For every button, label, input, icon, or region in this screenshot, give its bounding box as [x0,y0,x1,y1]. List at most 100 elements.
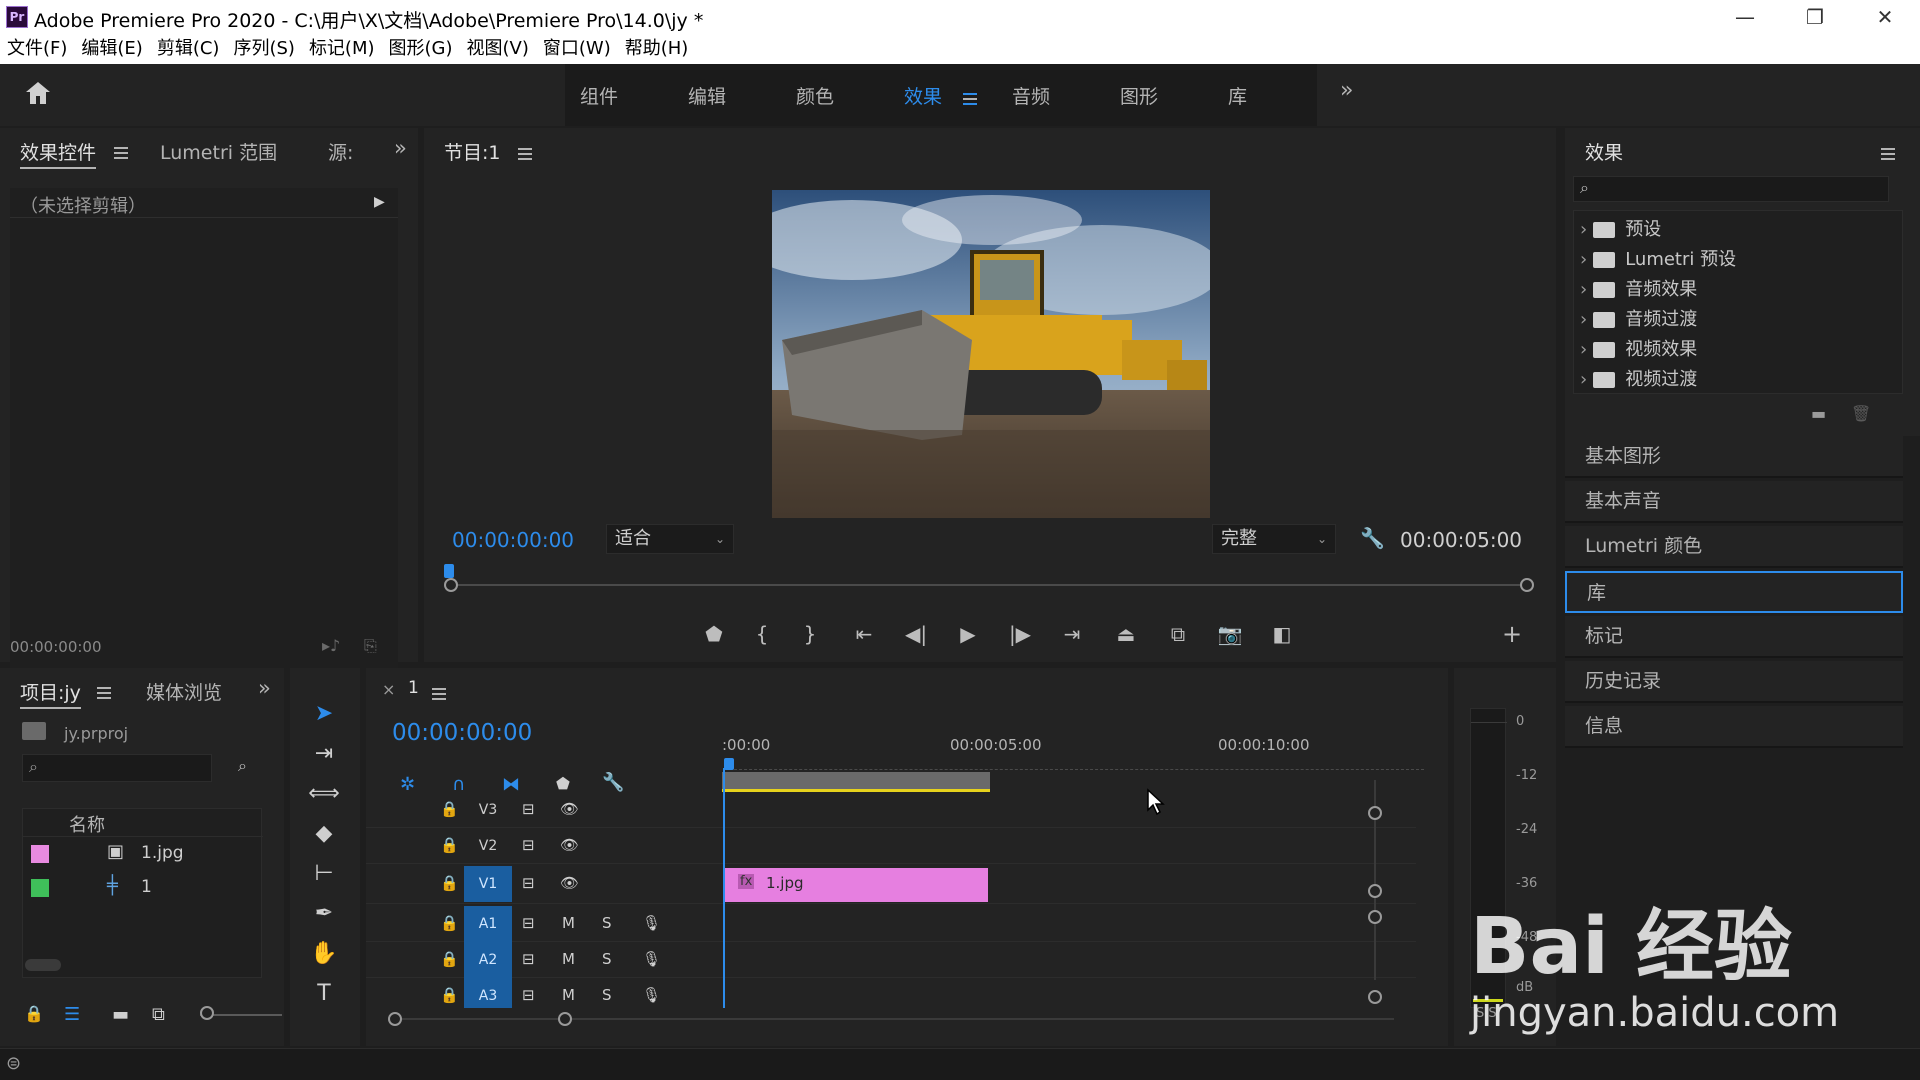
mute-button[interactable]: M [562,986,575,1004]
track-lock-icon[interactable]: 🔒 [440,800,459,818]
pen-tool-icon[interactable]: ✒ [304,896,344,932]
button-editor-plus-icon[interactable]: + [1494,616,1530,652]
export-audio-icon[interactable]: ▸♪ [322,636,340,655]
fit-dropdown[interactable]: 适合 ⌄ [606,524,734,554]
expand-arrow-icon[interactable]: ▶ [374,194,385,210]
add-marker-icon[interactable]: ⬟ [556,774,570,793]
menu-edit[interactable]: 编辑(E) [74,34,149,64]
program-video-frame[interactable] [772,190,1210,518]
step-forward-icon[interactable]: |▶ [1002,616,1038,652]
menu-clip[interactable]: 剪辑(C) [150,34,227,64]
close-button[interactable]: ✕ [1850,0,1920,34]
effects-folder-audio-effects[interactable]: › 音频效果 [1574,275,1904,305]
playhead-marker[interactable] [444,564,454,578]
workspace-overflow-icon[interactable]: » [1340,78,1353,103]
track-lock-icon[interactable]: 🔒 [440,914,459,932]
program-menu-icon[interactable] [518,144,532,165]
workspace-tab-assembly[interactable]: 组件 [580,82,618,109]
workspace-tab-audio[interactable]: 音频 [1012,82,1050,109]
sync-lock-icon[interactable]: ⊟ [522,800,535,818]
timeline-menu-icon[interactable] [432,684,446,705]
workspace-menu-icon[interactable] [963,89,977,110]
export-frame-icon[interactable]: ⎘ [364,636,377,656]
slip-tool-icon[interactable]: ⊢ [304,856,344,892]
mark-out-icon[interactable]: } [792,616,828,652]
timeline-ruler[interactable] [724,760,1424,770]
tab-lumetri-scopes[interactable]: Lumetri 范围 [160,138,277,165]
workspace-tab-libraries[interactable]: 库 [1228,82,1247,109]
solo-button[interactable]: S [602,914,612,932]
vscroll-handle-bottom[interactable] [1368,990,1382,1004]
menu-markers[interactable]: 标记(M) [302,34,382,64]
hscroll-handle-left[interactable] [388,1012,402,1026]
menu-sequence[interactable]: 序列(S) [226,34,301,64]
solo-button[interactable]: S [602,950,612,968]
workspace-tab-editing[interactable]: 编辑 [688,82,726,109]
program-current-timecode[interactable]: 00:00:00:00 [452,528,574,552]
side-panel-libraries[interactable]: 库 [1565,571,1903,613]
microphone-icon[interactable]: 🎙 [642,950,661,968]
go-to-out-icon[interactable]: ⇥ [1054,616,1090,652]
zoom-handle-right[interactable] [1520,578,1534,592]
settings-wrench-icon[interactable]: 🔧 [1360,526,1385,550]
menu-graphics[interactable]: 图形(G) [382,34,460,64]
list-view-icon[interactable]: ☰ [64,1004,80,1025]
vscroll-handle-top[interactable] [1368,806,1382,820]
timeline-settings-wrench-icon[interactable]: 🔧 [602,772,624,793]
eye-icon[interactable]: 👁 [560,874,579,892]
project-overflow-icon[interactable]: » [258,676,271,700]
restore-button[interactable]: ❐ [1780,0,1850,34]
panel-overflow-icon[interactable]: » [394,136,407,160]
side-panel-essential-sound[interactable]: 基本声音 [1565,481,1903,523]
workspace-tab-color[interactable]: 颜色 [796,82,834,109]
lift-icon[interactable]: ⏏ [1108,616,1144,652]
track-lock-icon[interactable]: 🔒 [440,836,459,854]
microphone-icon[interactable]: 🎙 [642,914,661,932]
menu-view[interactable]: 视图(V) [460,34,536,64]
project-item-row[interactable]: ╪ 1 [23,871,263,905]
zoom-slider-handle[interactable] [200,1006,214,1020]
track-select-tool-icon[interactable]: ⇥ [304,736,344,772]
solo-button[interactable]: S [602,986,612,1004]
track-lock-icon[interactable]: 🔒 [440,986,459,1004]
track-lock-icon[interactable]: 🔒 [440,874,459,892]
side-panel-essential-graphics[interactable]: 基本图形 [1565,436,1903,478]
track-lock-icon[interactable]: 🔒 [440,950,459,968]
zoom-handle-left[interactable] [444,578,458,592]
sync-lock-icon[interactable]: ⊟ [522,986,535,1004]
track-target-a3[interactable]: A3 [464,978,512,1008]
track-target-a1[interactable]: A1 [464,906,512,942]
ripple-edit-tool-icon[interactable]: ⟺ [304,776,344,812]
panel-menu-icon[interactable] [114,142,129,164]
horizontal-scrollbar[interactable] [394,1018,1394,1020]
playback-resolution-dropdown[interactable]: 完整 ⌄ [1212,524,1336,554]
menu-file[interactable]: 文件(F) [0,34,74,64]
eye-icon[interactable]: 👁 [560,836,579,854]
side-panel-lumetri-color[interactable]: Lumetri 颜色 [1565,526,1903,568]
project-scrollbar[interactable] [25,959,61,971]
hscroll-handle-right[interactable] [558,1012,572,1026]
vscroll-handle-a1[interactable] [1368,910,1382,924]
freeform-view-icon[interactable]: ⧉ [152,1004,165,1025]
sequence-tab[interactable]: 1 [408,678,419,698]
mute-button[interactable]: M [562,950,575,968]
tab-effect-controls[interactable]: 效果控件 [20,138,129,169]
workspace-tab-graphics[interactable]: 图形 [1120,82,1158,109]
effects-folder-presets[interactable]: › 预设 [1574,215,1904,245]
vscroll-handle-v1[interactable] [1368,884,1382,898]
type-tool-icon[interactable]: T [304,976,344,1012]
mark-in-icon[interactable]: { [744,616,780,652]
export-frame-camera-icon[interactable]: 📷 [1212,616,1248,652]
close-sequence-icon[interactable]: × [382,680,395,699]
background-process-icon[interactable]: ⊜ [6,1053,21,1074]
column-name-header[interactable]: 名称 [69,811,105,837]
minimize-button[interactable]: — [1710,0,1780,34]
play-icon[interactable]: ▶ [950,616,986,652]
tab-project[interactable]: 项目:jy [20,678,111,709]
icon-view-icon[interactable]: ▬ [112,1004,129,1025]
track-target-v2[interactable]: V2 [464,828,512,864]
effects-search-input[interactable]: ⌕ [1573,176,1889,202]
menu-window[interactable]: 窗口(W) [536,34,618,64]
timeline-timecode[interactable]: 00:00:00:00 [392,720,532,746]
hand-tool-icon[interactable]: ✋ [304,936,344,972]
